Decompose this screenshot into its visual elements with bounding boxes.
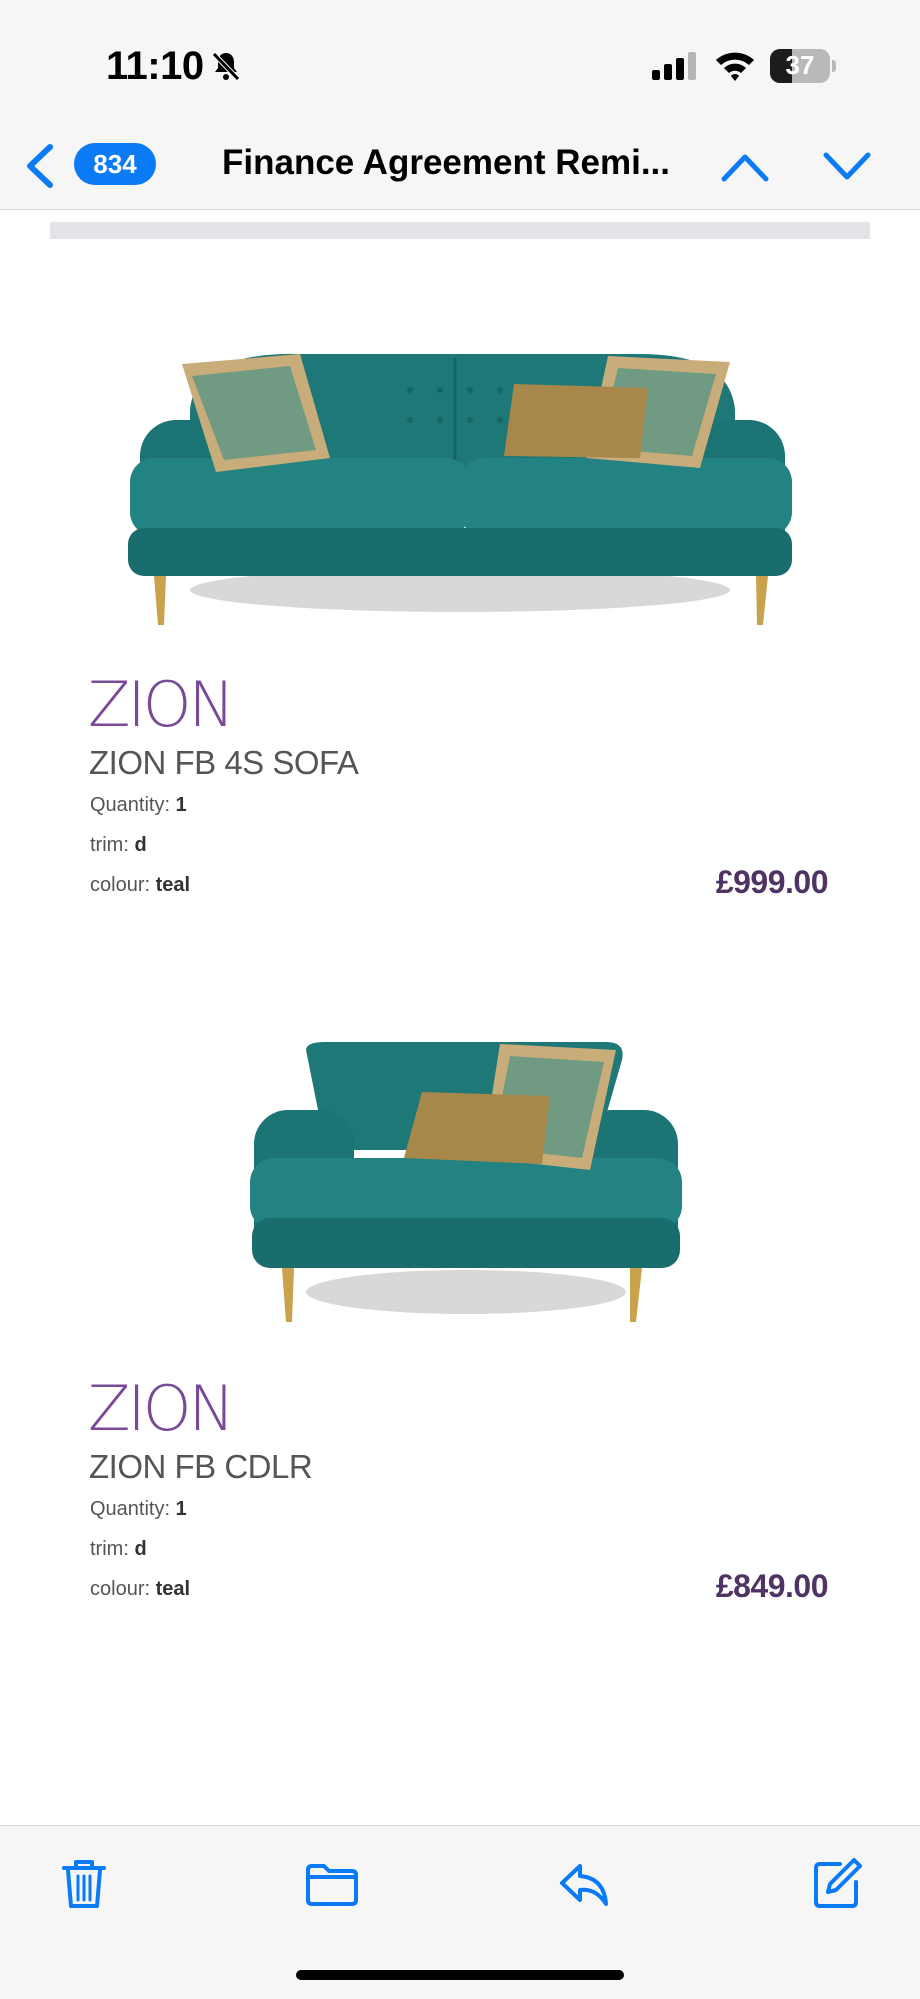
message-subject: Finance Agreement Remi... <box>222 143 670 182</box>
colour-value: teal <box>155 1578 191 1600</box>
unread-count-badge[interactable]: 834 <box>74 143 156 185</box>
product-name: ZION FB CDLR <box>89 1448 313 1485</box>
product-trim: trim: d <box>90 834 147 857</box>
product-quantity: Quantity: 1 <box>90 1498 187 1521</box>
sofa-4-seater-image <box>128 353 792 625</box>
next-message-icon[interactable] <box>822 145 872 187</box>
trim-value: d <box>134 1538 147 1560</box>
previous-message-icon[interactable] <box>720 145 770 187</box>
mail-nav-bar: 834 Finance Agreement Remi... <box>0 125 920 210</box>
product-brand: ZION <box>88 1372 235 1445</box>
battery-level: 37 <box>785 50 815 80</box>
compose-icon[interactable] <box>808 1856 864 1912</box>
product-colour: colour: teal <box>90 1578 190 1601</box>
silent-bell-icon <box>212 52 240 81</box>
trash-icon[interactable] <box>56 1856 112 1912</box>
back-chevron-icon[interactable] <box>20 143 60 189</box>
colour-label: colour: <box>90 874 156 896</box>
cellular-signal-icon <box>652 52 696 80</box>
product-name: ZION FB 4S SOFA <box>89 744 359 781</box>
product-price: £999.00 <box>715 864 829 900</box>
colour-label: colour: <box>90 1578 156 1600</box>
quantity-value: 1 <box>175 794 187 816</box>
quantity-value: 1 <box>175 1498 187 1520</box>
colour-value: teal <box>155 874 191 896</box>
quantity-label: Quantity: <box>90 794 176 816</box>
trim-label: trim: <box>90 1538 135 1560</box>
status-time: 11:10 <box>106 44 204 88</box>
email-divider <box>50 222 870 239</box>
trim-value: d <box>134 834 147 856</box>
reply-icon[interactable] <box>556 1856 612 1912</box>
status-bar: 11:10 37 <box>0 0 920 125</box>
product-brand: ZION <box>88 668 235 741</box>
snuggler-chair-image <box>250 1042 682 1322</box>
folder-icon[interactable] <box>304 1856 360 1912</box>
wifi-icon <box>716 52 754 81</box>
product-trim: trim: d <box>90 1538 147 1561</box>
quantity-label: Quantity: <box>90 1498 176 1520</box>
battery-indicator: 37 <box>770 49 836 83</box>
product-quantity: Quantity: 1 <box>90 794 187 817</box>
product-colour: colour: teal <box>90 874 190 897</box>
trim-label: trim: <box>90 834 135 856</box>
home-indicator <box>296 1970 624 1980</box>
product-price: £849.00 <box>715 1568 829 1604</box>
